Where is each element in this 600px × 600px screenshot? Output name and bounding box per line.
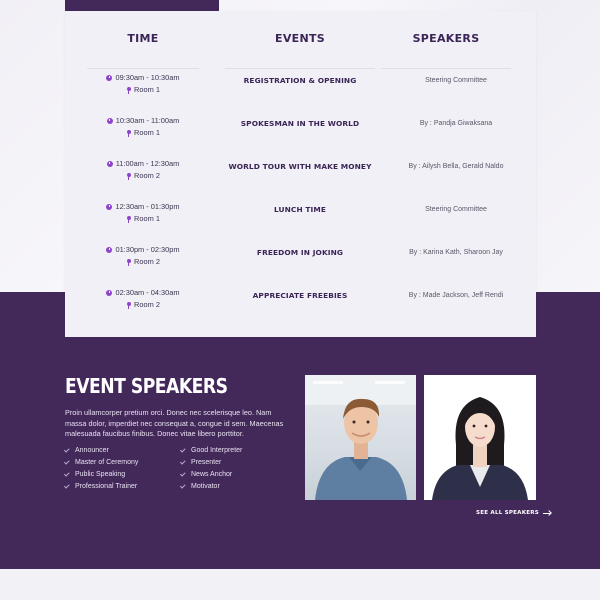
event-title: APPRECIATE FREEBIES — [252, 291, 348, 300]
time-cell: 02:30am - 04:30am Room 2 — [87, 287, 199, 311]
see-all-speakers-link[interactable]: SEE ALL SPEAKERS — [476, 510, 551, 516]
next-section-background — [0, 569, 600, 600]
session-time: 11:00am - 12:30am — [115, 159, 180, 168]
session-room: Room 2 — [134, 257, 160, 266]
event-title: FREEDOM IN JOKING — [256, 248, 344, 257]
list-item: Good Interpreter — [179, 446, 297, 455]
location-pin-icon — [126, 301, 131, 309]
schedule-tab-accent — [65, 0, 219, 11]
check-icon — [63, 470, 70, 477]
check-icon — [179, 470, 186, 477]
location-pin-icon — [126, 172, 131, 180]
role-label: Master of Ceremony — [75, 459, 139, 466]
role-label: News Anchor — [191, 471, 233, 478]
female-speaker-illustration — [424, 375, 536, 500]
role-label: Good Interpreter — [191, 447, 243, 454]
clock-icon — [106, 247, 113, 253]
location-pin-icon — [126, 129, 131, 137]
session-time: 10:30am - 11:00am — [115, 116, 180, 125]
event-title: SPOKESMAN IN THE WORLD — [240, 119, 360, 128]
speaker-roles-list: Announcer Good Interpreter Master of Cer… — [63, 446, 305, 491]
time-cell: 11:00am - 12:30am Room 2 — [87, 158, 199, 182]
table-row: 02:30am - 04:30am Room 2 APPRECIATE FREE… — [65, 287, 536, 327]
list-item: Motivator — [179, 482, 297, 491]
session-room: Room 1 — [134, 85, 160, 94]
speaker-photo-female[interactable] — [424, 375, 536, 500]
column-header-events: EVENTS — [225, 33, 375, 69]
role-label: Motivator — [191, 483, 220, 490]
role-label: Professional Trainer — [75, 483, 138, 490]
time-cell: 01:30pm - 02:30pm Room 2 — [87, 244, 199, 268]
section-description: Proin ullamcorper pretium orci. Donec ne… — [65, 408, 284, 438]
event-speaker: Steering Committee — [425, 206, 487, 213]
event-title: REGISTRATION & OPENING — [243, 76, 357, 85]
time-cell: 10:30am - 11:00am Room 1 — [87, 115, 199, 139]
event-speaker: Steering Committee — [425, 77, 487, 84]
event-speaker: By : Pandja Giwaksana — [419, 120, 493, 127]
role-label: Public Speaking — [75, 471, 126, 478]
session-time: 09:30am - 10:30am — [115, 73, 180, 82]
see-all-label: SEE ALL SPEAKERS — [476, 510, 539, 516]
clock-icon — [106, 290, 113, 296]
session-time: 01:30pm - 02:30pm — [115, 245, 180, 254]
list-item: Announcer — [63, 446, 181, 455]
list-item: Master of Ceremony — [63, 458, 181, 467]
male-speaker-illustration — [305, 375, 416, 500]
check-icon — [179, 446, 186, 453]
speaker-photo-male[interactable] — [305, 375, 416, 500]
location-pin-icon — [126, 86, 131, 94]
check-icon — [63, 482, 70, 489]
clock-icon — [106, 75, 113, 81]
table-row: 01:30pm - 02:30pm Room 2 FREEDOM IN JOKI… — [65, 244, 536, 284]
session-room: Room 1 — [134, 214, 160, 223]
location-pin-icon — [126, 215, 131, 223]
session-time: 12:30am - 01:30pm — [115, 202, 180, 211]
session-room: Room 2 — [134, 171, 160, 180]
time-cell: 12:30am - 01:30pm Room 1 — [87, 201, 199, 225]
list-item: Public Speaking — [63, 470, 181, 479]
list-item: Presenter — [179, 458, 297, 467]
event-title: WORLD TOUR WITH MAKE MONEY — [228, 162, 372, 171]
role-label: Announcer — [75, 447, 109, 454]
location-pin-icon — [126, 258, 131, 266]
column-header-speakers: SPEAKERS — [381, 33, 511, 69]
table-row: 09:30am - 10:30am Room 1 REGISTRATION & … — [65, 72, 536, 112]
section-title: EVENT SPEAKERS — [65, 374, 228, 398]
column-header-time: TIME — [87, 33, 199, 69]
check-icon — [179, 482, 186, 489]
session-room: Room 2 — [134, 300, 160, 309]
table-row: 11:00am - 12:30am Room 2 WORLD TOUR WITH… — [65, 158, 536, 198]
table-row: 10:30am - 11:00am Room 1 SPOKESMAN IN TH… — [65, 115, 536, 155]
schedule-table: TIME EVENTS SPEAKERS 09:30am - 10:30am R… — [65, 11, 536, 337]
list-item: News Anchor — [179, 470, 297, 479]
check-icon — [63, 446, 70, 453]
check-icon — [179, 458, 186, 465]
check-icon — [63, 458, 70, 465]
table-row: 12:30am - 01:30pm Room 1 LUNCH TIME Stee… — [65, 201, 536, 241]
event-title: LUNCH TIME — [273, 205, 326, 214]
clock-icon — [106, 118, 113, 124]
session-time: 02:30am - 04:30am — [115, 288, 180, 297]
event-speaker: By : Made Jackson, Jeff Rendi — [408, 292, 504, 299]
event-speaker: By : Ailysh Bella, Gerald Naldo — [408, 163, 504, 170]
role-label: Presenter — [191, 459, 222, 466]
clock-icon — [106, 161, 113, 167]
clock-icon — [106, 204, 113, 210]
event-speaker: By : Karina Kath, Sharoon Jay — [409, 249, 503, 256]
time-cell: 09:30am - 10:30am Room 1 — [87, 72, 199, 96]
list-item: Professional Trainer — [63, 482, 181, 491]
arrow-right-icon — [543, 512, 551, 514]
session-room: Room 1 — [134, 128, 160, 137]
